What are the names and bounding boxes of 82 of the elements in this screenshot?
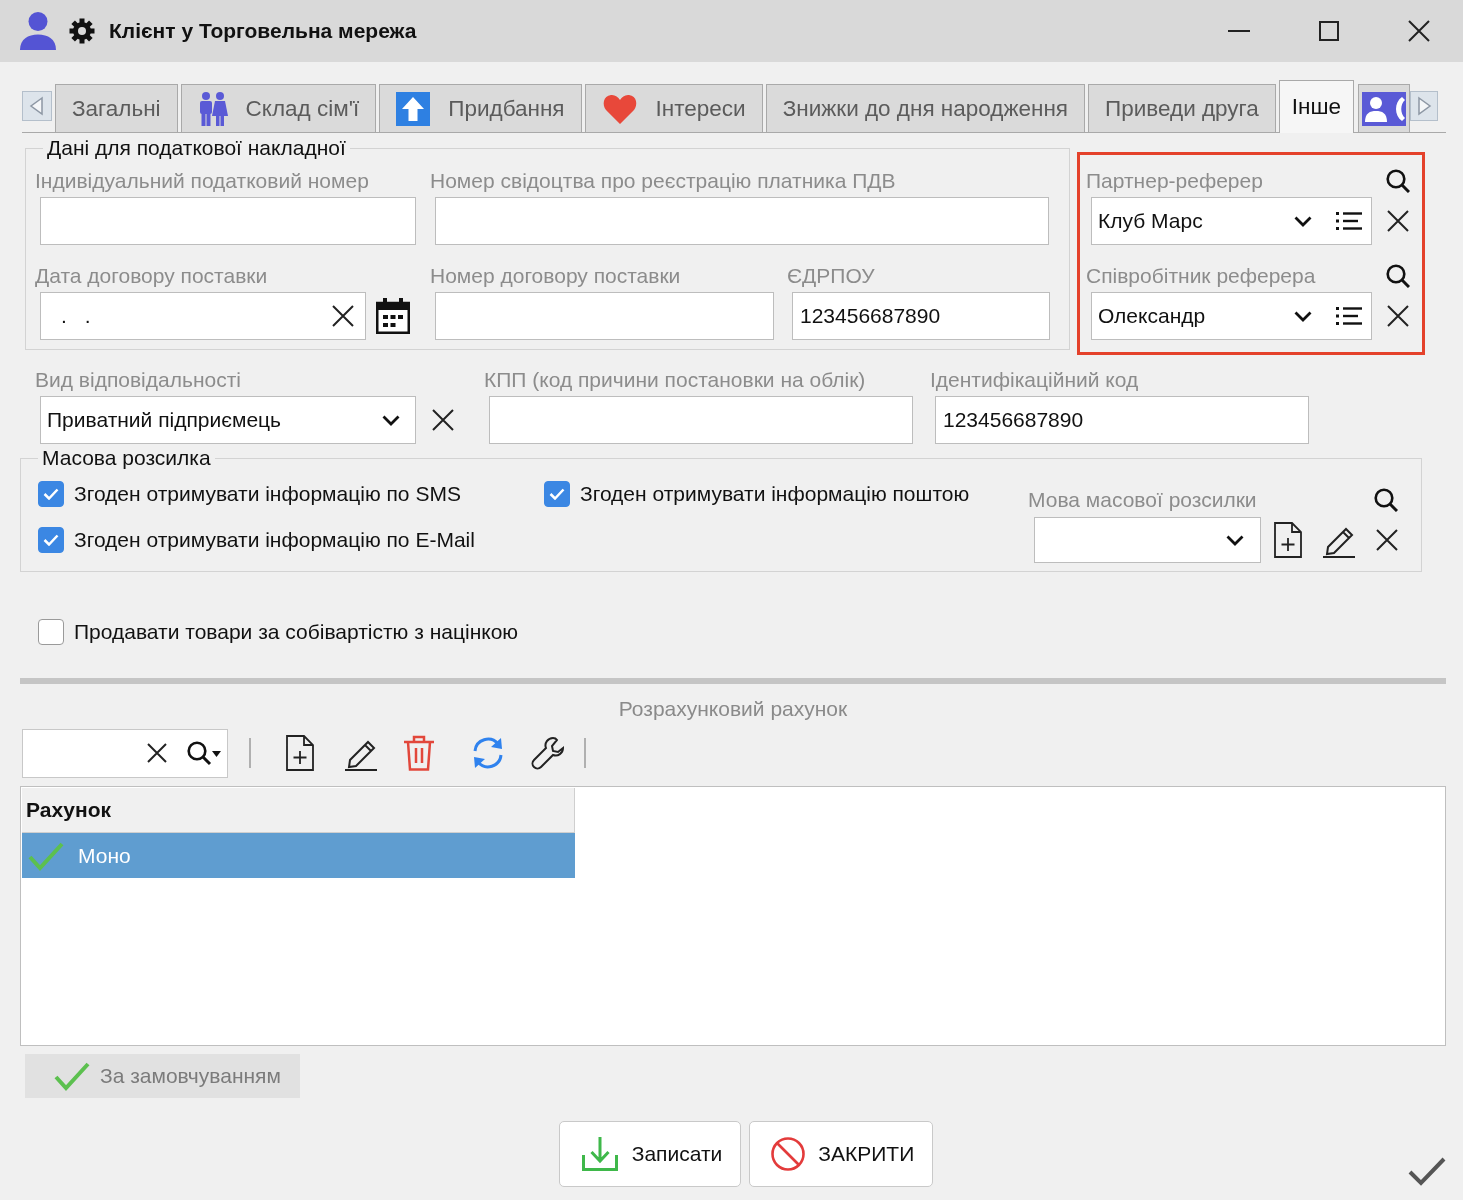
field-label: КПП (код причини постановки на облік) [484,368,867,392]
contact-icon [1362,91,1407,126]
section-title: Розрахунковий рахунок [618,697,848,721]
file-plus-icon[interactable] [286,735,314,771]
check-icon [54,1061,90,1091]
field-label: Мова масової розсилки [1028,488,1257,512]
field-label: Номер свідоцтва про реєстрацію платника ПДВ [430,169,897,193]
no-entry-icon [771,1137,806,1171]
check-icon [1408,1156,1446,1186]
tab[interactable]: Придбання [379,84,582,132]
refresh-icon[interactable] [471,736,505,770]
tab[interactable]: Загальні [55,84,178,132]
list-icon[interactable] [1336,307,1362,325]
dropdown[interactable]: Приватний підприємець [40,396,416,444]
checkbox[interactable] [544,481,570,507]
group-title: Масова розсилка [41,446,212,470]
person-icon [20,12,56,50]
cross-icon[interactable] [147,743,167,763]
input-field[interactable] [435,197,1049,245]
cross-icon[interactable] [1387,210,1409,232]
search-icon[interactable] [187,740,221,766]
tab[interactable]: Інше [1278,80,1355,133]
chevron-down-icon [1294,215,1312,227]
tab[interactable]: Склад сім'ї [180,84,377,132]
heart-icon [601,92,638,125]
input-field[interactable]: 123456687890 [792,292,1050,340]
checkbox-label[interactable]: Продавати товари за собівартістю з націнкою [74,620,519,644]
search-icon[interactable] [1386,169,1410,193]
dropdown[interactable]: Клуб Марс [1091,197,1372,245]
chevron-down-icon [382,414,400,426]
checkbox-label[interactable]: Згоден отримувати інформацію по SMS [74,482,461,506]
calendar-icon[interactable] [376,298,410,334]
field-label: Партнер-реферер [1086,169,1263,193]
cross-icon[interactable] [432,409,454,431]
cross-icon[interactable] [1387,305,1409,327]
search-icon[interactable] [1386,264,1410,288]
list-icon[interactable] [1336,212,1362,230]
close-icon[interactable] [1408,20,1430,42]
field-label: Індивідуальний податковий номер [35,169,370,193]
tab[interactable]: Знижки до дня народження [765,84,1086,132]
cross-icon[interactable] [332,305,354,327]
checkbox-label[interactable]: Згоден отримувати інформацію поштою [580,482,970,506]
tick-icon [549,488,565,500]
chevron-down-icon [1294,310,1312,322]
input-field[interactable] [489,396,913,444]
checkbox[interactable] [38,619,64,645]
settings-icon[interactable] [69,18,95,44]
tab[interactable] [1358,84,1411,132]
tab[interactable]: Приведи друга [1088,84,1276,132]
checkbox-label[interactable]: Згоден отримувати інформацію по E-Mail [74,528,475,552]
dropdown[interactable]: Олександр [1091,292,1372,340]
window-title: Клієнт у Торговельна мережа [109,19,417,43]
maximize-icon[interactable] [1319,21,1339,41]
input-field[interactable] [435,292,774,340]
date-field[interactable]: . . [40,292,366,340]
field-label: Дата договору поставки [35,264,269,288]
group-title: Дані для податкової накладної [46,136,347,160]
people-icon [197,91,228,126]
input-field[interactable] [40,197,416,245]
tick-icon [43,488,59,500]
file-plus-icon[interactable] [1274,522,1302,558]
chevron-down-icon [1226,534,1244,546]
field-label: Номер договору поставки [430,264,682,288]
checkbox[interactable] [38,481,64,507]
tick-icon [43,534,59,546]
field-label: ЄДРПОУ [787,264,876,288]
input-field[interactable]: 123456687890 [935,396,1309,444]
save-button[interactable]: Записати [558,1121,742,1187]
search-field[interactable] [22,728,228,778]
field-label: Вид відповідальності [35,368,242,392]
cross-icon[interactable] [1376,529,1398,551]
table-cell: Моно [78,843,131,868]
search-icon[interactable] [1374,488,1398,512]
tab[interactable]: Інтереси [584,84,763,132]
column-header: Рахунок [22,788,575,833]
download-icon [580,1136,619,1172]
close-button[interactable]: ЗАКРИТИ [749,1121,934,1187]
wrench-icon[interactable] [531,736,565,770]
field-label: Співробітник реферера [1086,264,1316,288]
trash-icon[interactable] [403,735,435,771]
field-label: Ідентифікаційний код [930,368,1140,392]
checkbox[interactable] [38,527,64,553]
